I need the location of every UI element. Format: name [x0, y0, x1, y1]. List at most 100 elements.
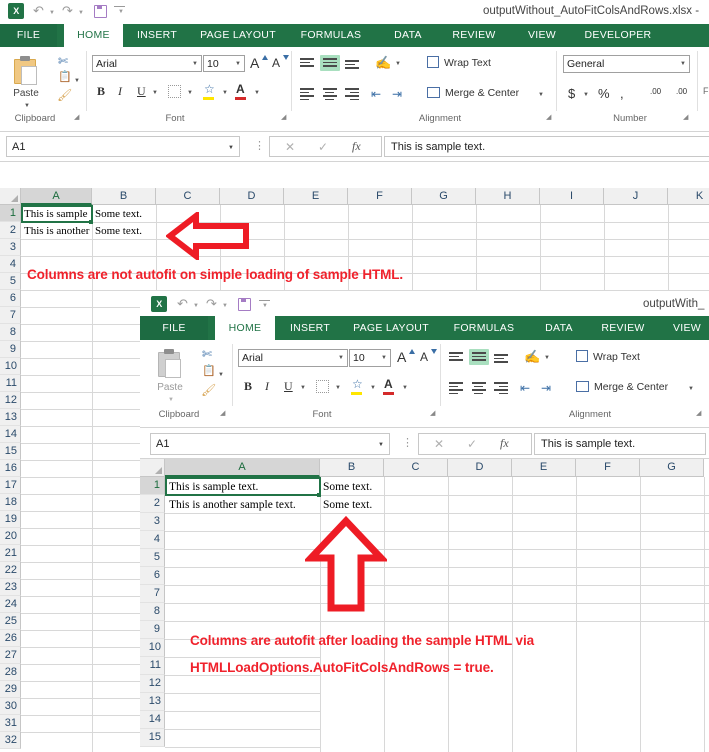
font-size-caret-icon[interactable]: ▼ [381, 355, 387, 361]
column-header-f[interactable]: F [348, 188, 412, 205]
number-format-combo[interactable]: General ▼ [563, 55, 690, 73]
align-right-icon[interactable] [345, 88, 359, 102]
bold-button[interactable]: B [244, 380, 252, 392]
increase-indent-icon[interactable]: ⇥ [541, 382, 551, 394]
row-header-2[interactable]: 2 [140, 495, 165, 513]
column-header-d[interactable]: D [220, 188, 284, 205]
cell-b2[interactable]: Some text. [95, 224, 155, 239]
font-dialog-launcher-icon[interactable]: ◢ [281, 114, 286, 121]
font-color-swatch[interactable] [235, 97, 246, 100]
paste-icon[interactable] [14, 59, 36, 84]
merge-center-icon[interactable] [427, 87, 440, 98]
row-header-13[interactable]: 13 [140, 693, 165, 711]
save-icon[interactable] [94, 5, 107, 18]
column-header-h[interactable]: H [476, 188, 540, 205]
row-header-8[interactable]: 8 [140, 603, 165, 621]
fill-color-dropdown-icon[interactable]: ▼ [222, 90, 228, 96]
copy-icon[interactable]: 📋 [58, 72, 72, 83]
row-header-2[interactable]: 2 [0, 222, 21, 239]
underline-dropdown-icon[interactable]: ▼ [300, 385, 306, 391]
fill-color-swatch[interactable] [203, 97, 214, 100]
row-header-16[interactable]: 16 [0, 460, 21, 477]
orientation-dropdown-icon[interactable]: ▼ [395, 61, 401, 67]
formula-input[interactable]: This is sample text. [384, 136, 709, 157]
row-header-11[interactable]: 11 [0, 375, 21, 392]
customize-qat-icon[interactable]: ▼ [262, 303, 268, 309]
undo-dropdown-icon[interactable]: ▼ [49, 10, 55, 16]
row-header-4[interactable]: 4 [140, 531, 165, 549]
name-box[interactable]: A1 ▼ [6, 136, 240, 157]
row-header-8[interactable]: 8 [0, 324, 21, 341]
decrease-indent-icon[interactable]: ⇤ [520, 382, 530, 394]
font-name-caret-icon[interactable]: ▼ [192, 61, 198, 67]
row-header-12[interactable]: 12 [140, 675, 165, 693]
column-header-a[interactable]: A [165, 459, 320, 477]
column-header-g[interactable]: G [640, 459, 704, 477]
redo-icon[interactable]: ↷ [62, 4, 73, 17]
tab-home[interactable]: HOME [215, 316, 275, 340]
align-middle-icon[interactable] [323, 58, 337, 69]
merge-center-button[interactable]: Merge & Center [445, 88, 519, 99]
cell-b2[interactable]: Some text. [323, 498, 383, 513]
row-header-22[interactable]: 22 [0, 562, 21, 579]
row-header-3[interactable]: 3 [140, 513, 165, 531]
cell-b1[interactable]: Some text. [95, 207, 155, 222]
tab-home[interactable]: HOME [64, 24, 123, 47]
row-header-1[interactable]: 1 [0, 205, 21, 222]
row-header-17[interactable]: 17 [0, 477, 21, 494]
font-name-combo[interactable]: Arial ▼ [238, 349, 348, 367]
merge-center-dropdown-icon[interactable]: ▼ [688, 386, 694, 392]
orientation-dropdown-icon[interactable]: ▼ [544, 355, 550, 361]
fill-color-swatch[interactable] [351, 392, 362, 395]
alignment-dialog-launcher-icon[interactable]: ◢ [546, 114, 551, 121]
row-header-28[interactable]: 28 [0, 664, 21, 681]
name-box-caret-icon[interactable]: ▼ [378, 442, 384, 448]
row-header-9[interactable]: 9 [140, 621, 165, 639]
row-header-10[interactable]: 10 [140, 639, 165, 657]
fill-color-icon[interactable]: ☆ [352, 378, 363, 390]
tab-page-layout[interactable]: PAGE LAYOUT [345, 316, 437, 340]
increase-indent-icon[interactable]: ⇥ [392, 88, 402, 100]
row-header-14[interactable]: 14 [0, 426, 21, 443]
row-header-15[interactable]: 15 [140, 729, 165, 747]
column-header-c[interactable]: C [384, 459, 448, 477]
row-header-30[interactable]: 30 [0, 698, 21, 715]
select-all-corner[interactable] [0, 188, 21, 205]
align-center-icon[interactable] [472, 382, 486, 396]
inner-worksheet-grid[interactable]: A B C D E F G 1 2 3 4 5 6 7 8 9 10 11 12… [140, 459, 709, 752]
percent-format-button[interactable]: % [598, 87, 610, 100]
row-header-23[interactable]: 23 [0, 579, 21, 596]
row-header-6[interactable]: 6 [140, 567, 165, 585]
cancel-icon[interactable]: ✕ [285, 141, 295, 153]
row-header-12[interactable]: 12 [0, 392, 21, 409]
borders-dropdown-icon[interactable]: ▼ [187, 90, 193, 96]
tab-view[interactable]: VIEW [519, 24, 565, 47]
confirm-icon[interactable]: ✓ [318, 141, 328, 153]
column-header-f[interactable]: F [576, 459, 640, 477]
row-header-13[interactable]: 13 [0, 409, 21, 426]
underline-button[interactable]: U [284, 380, 293, 392]
grow-font-icon[interactable]: A [250, 56, 259, 70]
row-header-24[interactable]: 24 [0, 596, 21, 613]
row-header-27[interactable]: 27 [0, 647, 21, 664]
formula-input[interactable]: This is sample text. [534, 433, 706, 455]
column-header-g[interactable]: G [412, 188, 476, 205]
row-header-1[interactable]: 1 [140, 477, 165, 495]
row-header-20[interactable]: 20 [0, 528, 21, 545]
row-header-26[interactable]: 26 [0, 630, 21, 647]
paste-dropdown-icon[interactable]: ▼ [168, 397, 174, 403]
borders-icon[interactable] [168, 85, 181, 98]
tab-file[interactable]: FILE [140, 316, 208, 340]
redo-dropdown-icon[interactable]: ▼ [78, 10, 84, 16]
save-icon[interactable] [238, 298, 251, 311]
row-header-6[interactable]: 6 [0, 290, 21, 307]
decrease-indent-icon[interactable]: ⇤ [371, 88, 381, 100]
column-header-b[interactable]: B [92, 188, 156, 205]
cell-a2[interactable]: This is another sample text. [24, 224, 90, 239]
tab-formulas[interactable]: FORMULAS [445, 316, 523, 340]
paste-button[interactable]: Paste [148, 382, 192, 393]
font-color-swatch[interactable] [383, 392, 394, 395]
copy-icon[interactable]: 📋 [202, 366, 216, 377]
shrink-font-icon[interactable]: A [420, 351, 428, 363]
column-header-k[interactable]: K [668, 188, 709, 205]
